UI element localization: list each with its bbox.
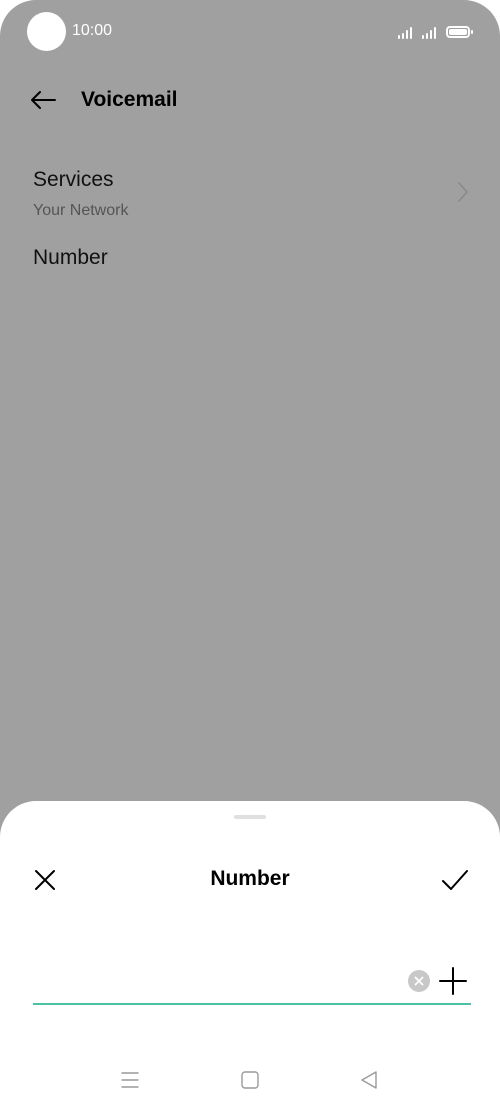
clear-circle-icon bbox=[414, 976, 424, 986]
number-title: Number bbox=[33, 246, 108, 269]
sheet-header: Number bbox=[0, 857, 500, 899]
add-contact-button[interactable] bbox=[439, 967, 467, 995]
app-bar: Voicemail bbox=[0, 74, 500, 126]
back-triangle-icon[interactable] bbox=[359, 1070, 379, 1090]
sheet-title: Number bbox=[210, 867, 290, 890]
signal-icon bbox=[398, 25, 412, 39]
plus-icon bbox=[439, 967, 467, 995]
arrow-left-icon bbox=[31, 91, 56, 109]
status-bar: 10:00 bbox=[0, 0, 500, 64]
system-nav-bar bbox=[0, 1060, 500, 1100]
page-title: Voicemail bbox=[81, 88, 178, 111]
settings-list: Services Your Network Number bbox=[0, 160, 500, 288]
status-time: 10:00 bbox=[72, 22, 113, 39]
home-icon[interactable] bbox=[241, 1071, 259, 1089]
clear-button[interactable] bbox=[408, 970, 430, 992]
number-row[interactable]: Number bbox=[0, 238, 500, 288]
services-row[interactable]: Services Your Network bbox=[0, 160, 500, 238]
checkmark-icon bbox=[442, 870, 468, 890]
number-field bbox=[33, 961, 471, 1005]
battery-icon bbox=[446, 26, 473, 38]
signal-icon bbox=[422, 25, 436, 39]
status-icons bbox=[398, 22, 473, 42]
menu-icon[interactable] bbox=[120, 1070, 140, 1090]
camera-cutout bbox=[27, 12, 66, 51]
confirm-button[interactable] bbox=[438, 865, 472, 895]
phone-screen: 10:00 Voicemail Services Your Network Nu… bbox=[0, 0, 500, 1111]
back-button[interactable] bbox=[28, 86, 58, 114]
number-input[interactable] bbox=[33, 961, 393, 1001]
chevron-right-icon bbox=[458, 182, 468, 202]
services-title: Services bbox=[33, 168, 114, 191]
sheet-drag-handle[interactable] bbox=[234, 815, 266, 819]
services-subtitle: Your Network bbox=[33, 202, 129, 219]
